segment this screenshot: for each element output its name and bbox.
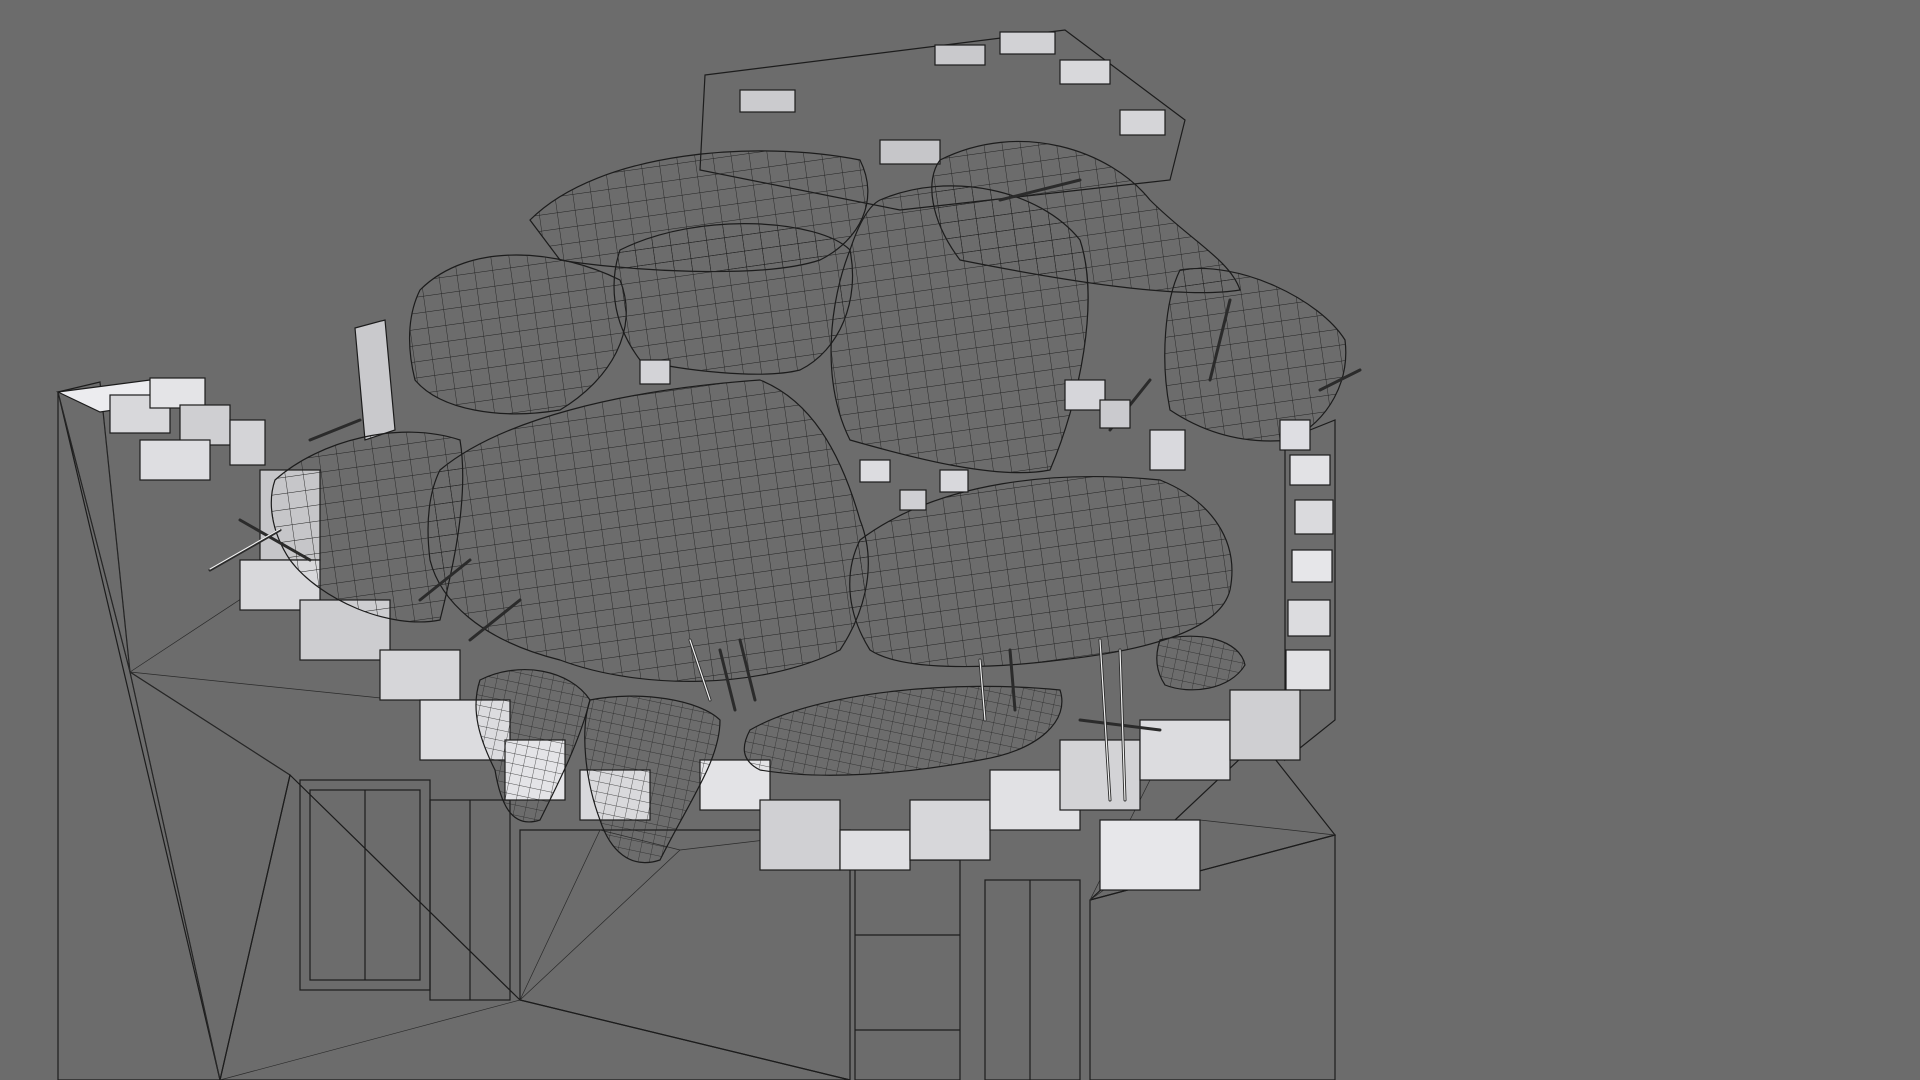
- slab-left: [408, 254, 627, 415]
- drape-center: [584, 695, 721, 864]
- wall-left-outer: [57, 391, 291, 1080]
- pillar-right-blocks: [1285, 454, 1334, 691]
- 3d-viewport[interactable]: [0, 0, 1920, 1080]
- window-left: [299, 779, 511, 1001]
- slab-center-right: [830, 185, 1089, 474]
- viewport-render: [55, 29, 1362, 1080]
- slab-center-upper: [613, 223, 854, 375]
- slab-far-right: [1164, 267, 1347, 442]
- window-front: [854, 859, 1081, 1080]
- slab-main-front: [427, 379, 869, 682]
- drape-small-right: [1156, 635, 1246, 691]
- drape-left: [475, 669, 591, 823]
